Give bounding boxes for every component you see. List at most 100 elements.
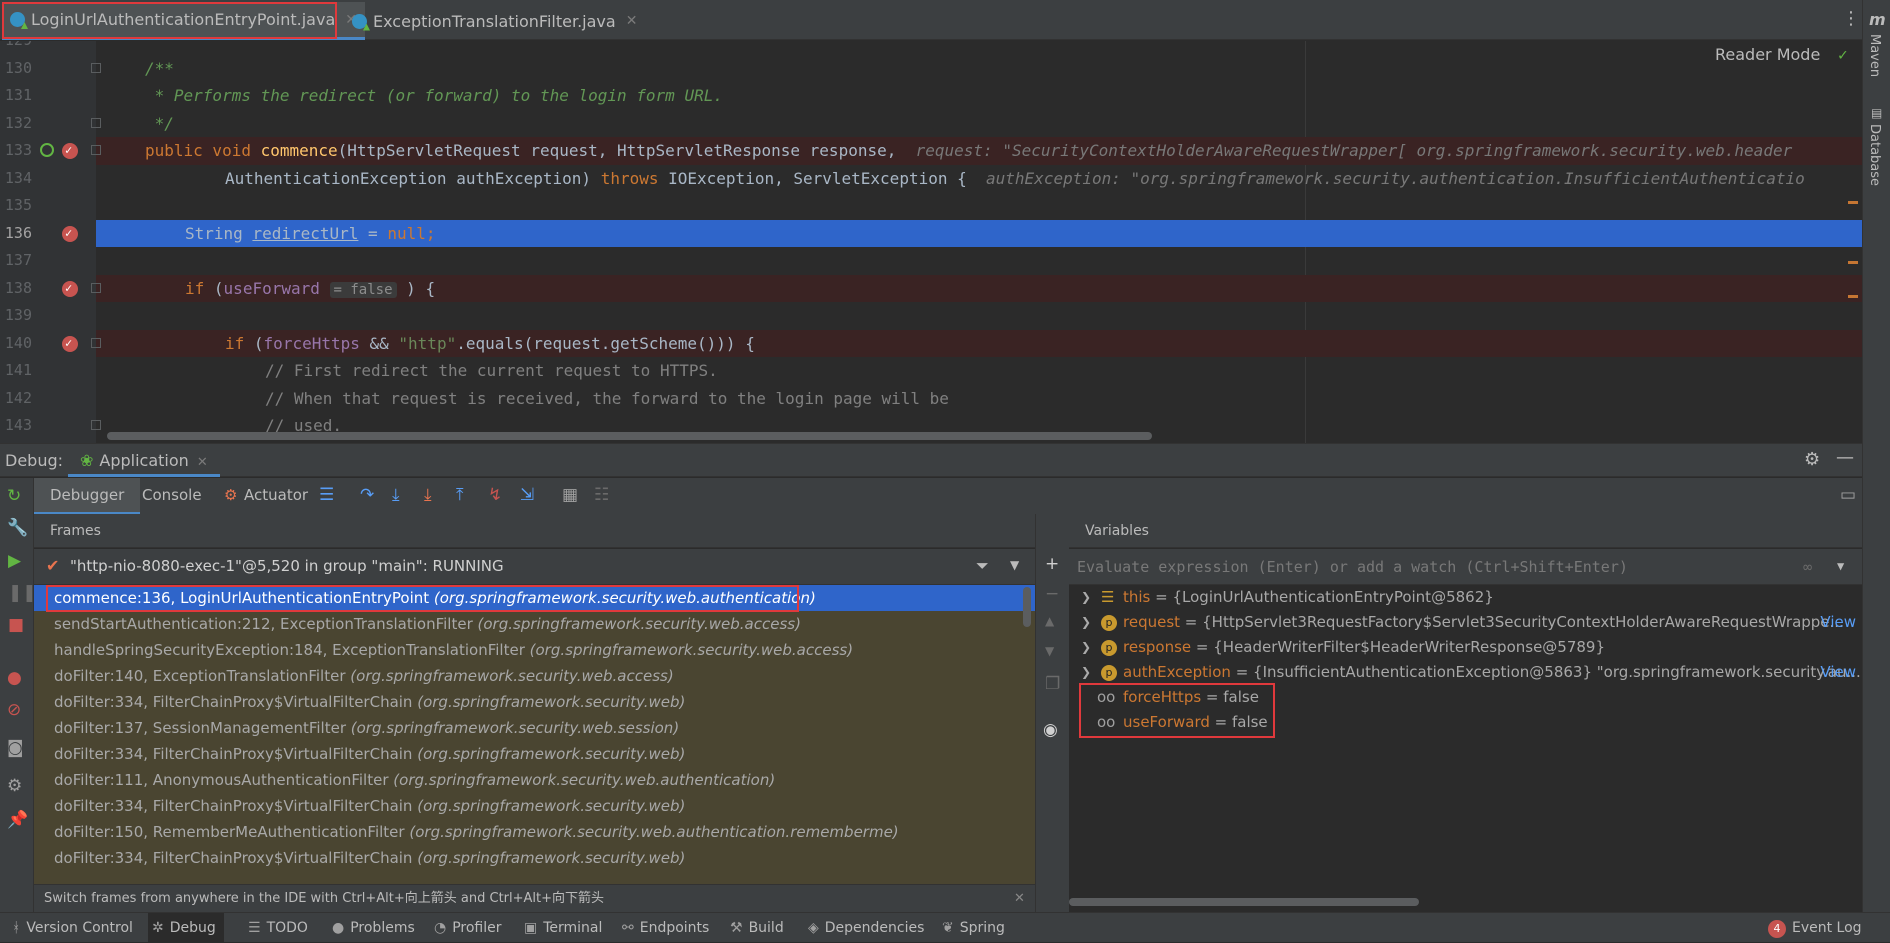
frame-method: doFilter:150, RememberMeAuthenticationFi… (54, 823, 405, 841)
drop-frame-icon[interactable]: ↯ (488, 485, 502, 505)
fold-icon[interactable] (91, 337, 101, 348)
fold-icon[interactable] (91, 145, 101, 155)
chevron-right-icon[interactable]: ❯ (1081, 610, 1091, 635)
tool-endpoints[interactable]: ⚯ Endpoints (618, 913, 709, 943)
frame-row[interactable] (34, 871, 1035, 884)
debug-session-tab[interactable]: ❀ Application ✕ (68, 444, 220, 477)
override-icon[interactable] (40, 143, 54, 157)
breakpoint-icon[interactable] (62, 330, 78, 357)
close-icon[interactable]: ✕ (197, 455, 208, 470)
frame-row[interactable]: doFilter:334, FilterChainProxy$VirtualFi… (34, 793, 1035, 819)
minimize-icon[interactable]: — (1836, 447, 1854, 468)
evaluate-expression-input[interactable]: Evaluate expression (Enter) or add a wat… (1069, 549, 1862, 585)
horizontal-scrollbar[interactable] (1069, 898, 1419, 906)
pause-icon[interactable]: ❚❚ (8, 583, 37, 603)
tool-event-log[interactable]: 4 Event Log (1764, 913, 1862, 943)
chevron-right-icon[interactable]: ❯ (1081, 660, 1091, 685)
fold-icon[interactable] (91, 117, 101, 128)
variable-row[interactable]: oo forceHttps = false (1069, 685, 1862, 710)
chevron-right-icon[interactable]: ❯ (1081, 635, 1091, 660)
variable-row[interactable]: ❯ p authException = {InsufficientAuthentic… (1069, 660, 1862, 685)
step-out-icon[interactable]: ⤒ (456, 485, 464, 505)
tool-spring[interactable]: ❦ Spring (938, 913, 1005, 943)
breakpoint-icon[interactable] (62, 220, 78, 247)
camera-icon[interactable]: ◙ (7, 738, 24, 758)
close-icon[interactable]: ✕ (626, 13, 638, 29)
tool-profiler[interactable]: ◔ Profiler (430, 913, 502, 943)
tab-console[interactable]: Console (142, 478, 202, 514)
close-icon[interactable]: ✕ (1014, 885, 1025, 913)
view-breakpoints-icon[interactable]: ● (7, 668, 22, 688)
thread-selector[interactable]: ✔ "http-nio-8080-exec-1"@5,520 in group … (34, 549, 1035, 585)
code-editor[interactable]: 129 130 /** 131 * Performs the redirect (… (0, 41, 1862, 443)
step-over-icon[interactable]: ↷ (360, 485, 374, 505)
tab-debugger[interactable]: Debugger (34, 478, 141, 514)
tab-login-url-authentication-entry-point[interactable]: LoginUrlAuthenticationEntryPoint.java ✕ (2, 2, 365, 40)
maven-icon[interactable]: m (1869, 10, 1886, 29)
mute-breakpoints-icon[interactable]: ⊘ (7, 700, 21, 720)
trace-stream-icon[interactable]: ☷ (594, 485, 609, 505)
variable-row[interactable]: oo useForward = false (1069, 710, 1862, 735)
chevron-down-icon[interactable]: ▼ (1010, 558, 1019, 572)
copy-icon[interactable]: ❐ (1045, 674, 1060, 694)
reader-mode-button[interactable]: Reader Mode (1715, 45, 1820, 64)
force-step-into-icon[interactable]: ⤓ (424, 485, 432, 505)
evaluate-expression-icon[interactable]: ▦ (562, 485, 578, 505)
fold-icon[interactable] (91, 282, 101, 293)
restore-layout-icon[interactable]: ▭ (1840, 485, 1856, 505)
stop-icon[interactable]: ■ (8, 615, 24, 635)
settings-icon[interactable]: ⚙ (7, 776, 22, 796)
filter-icon[interactable]: ⏷ (976, 556, 989, 576)
run-to-cursor-icon[interactable]: ⇲ (520, 485, 534, 505)
database-tool-label[interactable]: Database (1867, 124, 1882, 186)
horizontal-scrollbar[interactable] (107, 432, 1152, 440)
layout-icon[interactable]: ☰ (319, 485, 334, 505)
tool-terminal[interactable]: ▣ Terminal (520, 913, 602, 943)
tool-problems[interactable]: ● Problems (328, 913, 415, 943)
frame-row[interactable]: doFilter:140, ExceptionTranslationFilter… (34, 663, 1035, 689)
variable-row[interactable]: ❯ p response = {HeaderWriterFilter$HeaderW… (1069, 635, 1862, 660)
tool-version-control[interactable]: ᚼ Version Control (8, 913, 133, 943)
watches-eye-icon[interactable]: ◉ (1043, 720, 1058, 740)
pin-icon[interactable]: 📌 (7, 810, 28, 830)
tool-debug[interactable]: ✲ Debug (148, 913, 224, 943)
variable-row[interactable]: ❯ p request = {HttpServlet3RequestFactory$… (1069, 610, 1862, 635)
move-up-icon[interactable]: ▲ (1045, 614, 1054, 628)
step-into-icon[interactable]: ⤓ (392, 485, 400, 505)
chevron-down-icon[interactable]: ▼ (1837, 559, 1844, 573)
frames-scrollbar[interactable] (1023, 587, 1031, 627)
breakpoint-icon[interactable] (62, 137, 78, 165)
frame-row[interactable]: doFilter:334, FilterChainProxy$VirtualFi… (34, 845, 1035, 871)
glasses-icon[interactable]: ∞ (1803, 558, 1812, 576)
variable-row[interactable]: ❯ ☰ this = {LoginUrlAuthenticationEntryPoi… (1069, 585, 1862, 610)
add-watch-icon[interactable]: + (1045, 554, 1059, 574)
frame-row[interactable]: doFilter:334, FilterChainProxy$VirtualFi… (34, 741, 1035, 767)
tab-exception-translation-filter[interactable]: ExceptionTranslationFilter.java ✕ (344, 2, 645, 40)
fold-icon[interactable] (91, 420, 101, 430)
frame-row[interactable]: handleSpringSecurityException:184, Excep… (34, 637, 1035, 663)
maven-tool-label[interactable]: Maven (1867, 34, 1882, 77)
more-options-icon[interactable]: ⋮ (1842, 8, 1860, 29)
frame-row[interactable]: doFilter:334, FilterChainProxy$VirtualFi… (34, 689, 1035, 715)
database-icon[interactable]: ▤ (1871, 106, 1882, 120)
tool-todo[interactable]: ☰ TODO (244, 913, 308, 943)
rerun-icon[interactable]: ↻ (7, 486, 21, 506)
frame-row[interactable]: sendStartAuthentication:212, ExceptionTr… (34, 611, 1035, 637)
tab-actuator[interactable]: Actuator (244, 478, 308, 514)
resume-icon[interactable]: ▶ (8, 551, 21, 571)
tool-dependencies[interactable]: ◈ Dependencies (804, 913, 924, 943)
frame-row[interactable]: commence:136, LoginUrlAuthenticationEntr… (34, 585, 1035, 611)
frame-row[interactable]: doFilter:111, AnonymousAuthenticationFil… (34, 767, 1035, 793)
wrench-icon[interactable]: 🔧 (7, 518, 28, 538)
remove-watch-icon[interactable]: − (1045, 584, 1059, 604)
view-link[interactable]: View (1820, 660, 1856, 685)
tool-build[interactable]: ⚒ Build (726, 913, 784, 943)
frame-row[interactable]: doFilter:150, RememberMeAuthenticationFi… (34, 819, 1035, 845)
gear-icon[interactable]: ⚙ (1804, 449, 1820, 470)
chevron-right-icon[interactable]: ❯ (1081, 585, 1091, 610)
move-down-icon[interactable]: ▼ (1045, 644, 1054, 658)
frame-row[interactable]: doFilter:137, SessionManagementFilter (o… (34, 715, 1035, 741)
view-link[interactable]: View (1820, 610, 1856, 635)
fold-icon[interactable] (91, 62, 101, 73)
breakpoint-icon[interactable] (62, 275, 78, 302)
